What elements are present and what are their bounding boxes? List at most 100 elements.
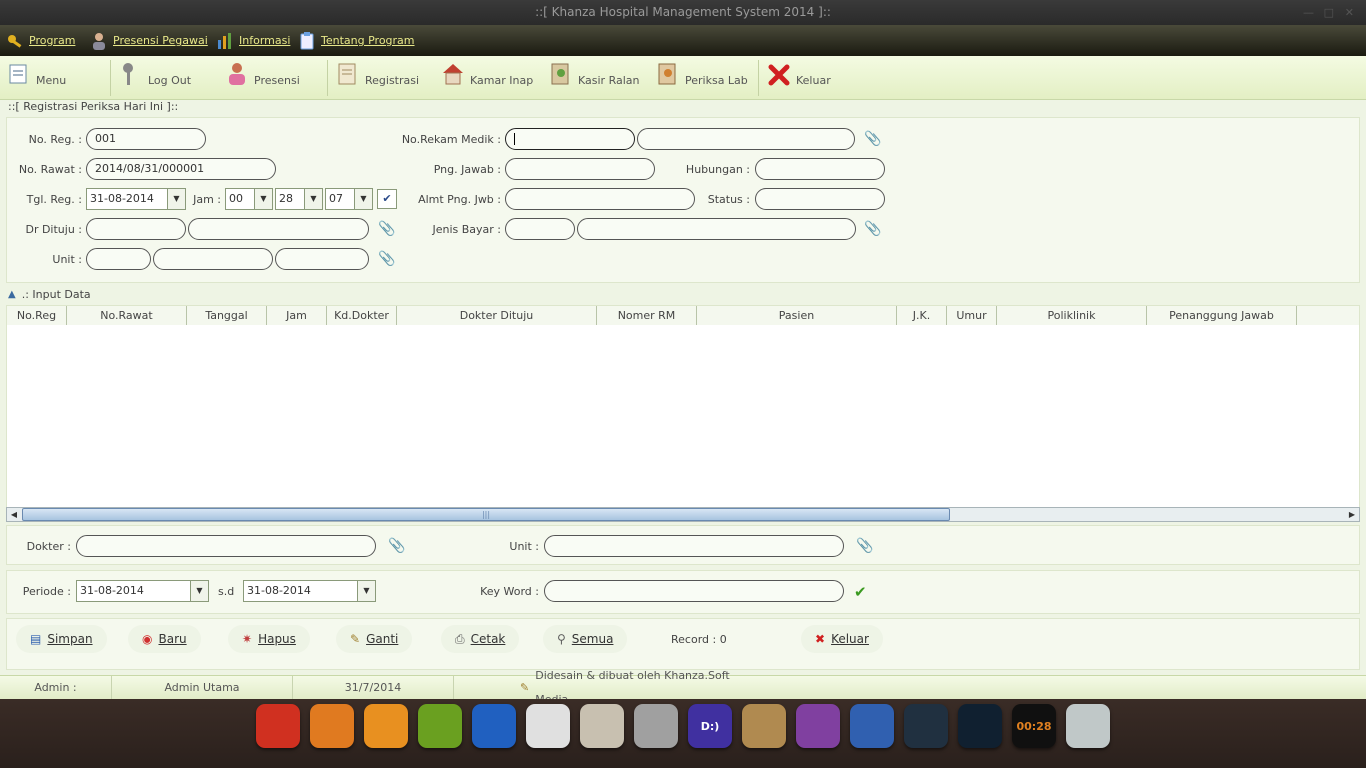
minimize-icon[interactable]: — xyxy=(1303,0,1314,25)
filter-unit-field[interactable] xyxy=(544,535,844,557)
horizontal-scrollbar[interactable]: ◀ ||| ▶ xyxy=(6,507,1360,522)
record-count: Record : 0 xyxy=(671,633,727,646)
player-icon[interactable] xyxy=(958,704,1002,748)
deepin-icon[interactable]: D:) xyxy=(688,704,732,748)
semua-button[interactable]: ⚲ Semua xyxy=(543,625,628,653)
almt-png-jwb-field[interactable] xyxy=(505,188,695,210)
store-icon[interactable] xyxy=(310,704,354,748)
globe-icon[interactable] xyxy=(472,704,516,748)
hapus-button[interactable]: ✷ Hapus xyxy=(228,625,310,653)
menu-tentang-program[interactable]: Tentang Program xyxy=(298,25,415,56)
periode-to-combobox[interactable]: 31-08-2014 ▼ xyxy=(243,580,376,602)
menu-presensi-pegawai[interactable]: Presensi Pegawai xyxy=(90,25,208,56)
chevron-down-icon[interactable]: ▼ xyxy=(354,189,372,209)
status-credit-cell: ✎ Didesain & dibuat oleh Khanza.Soft Med… xyxy=(520,669,760,706)
baru-button[interactable]: ◉ Baru xyxy=(128,625,201,653)
no-reg-field[interactable]: 001 xyxy=(86,128,206,150)
menu-informasi[interactable]: Informasi xyxy=(216,25,290,56)
camera-icon[interactable] xyxy=(904,704,948,748)
video-icon[interactable] xyxy=(796,704,840,748)
toolbar-periksa-lab-button[interactable]: Periksa Lab xyxy=(657,56,748,100)
settings-icon[interactable] xyxy=(634,704,678,748)
toolbar-logout-button[interactable]: Log Out xyxy=(120,56,191,100)
dr-dituju-name-field[interactable] xyxy=(188,218,369,240)
no-rm-field[interactable] xyxy=(505,128,635,150)
paperclip-icon[interactable]: 📎 xyxy=(864,221,881,237)
trash-icon[interactable] xyxy=(1066,704,1110,748)
ganti-button[interactable]: ✎ Ganti xyxy=(336,625,413,653)
jam-second-combobox[interactable]: 07 ▼ xyxy=(325,188,373,210)
auto-time-checkbox[interactable]: ✔ xyxy=(377,189,397,209)
jenis-bayar-code-field[interactable] xyxy=(505,218,575,240)
chevron-down-icon[interactable]: ▼ xyxy=(254,189,272,209)
column-header[interactable]: No.Reg xyxy=(7,306,67,325)
jam-hour-combobox[interactable]: 00 ▼ xyxy=(225,188,273,210)
menu-program[interactable]: Program xyxy=(6,25,75,56)
chevron-down-icon[interactable]: ▼ xyxy=(190,581,208,601)
close-window-icon[interactable]: ✕ xyxy=(1345,0,1354,25)
dr-dituju-code-field[interactable] xyxy=(86,218,186,240)
paperclip-icon[interactable]: 📎 xyxy=(378,251,395,267)
chevron-down-icon[interactable]: ▼ xyxy=(357,581,375,601)
new-icon: ◉ xyxy=(142,632,153,646)
input-data-toggle[interactable]: ▲ .: Input Data xyxy=(8,288,91,301)
maximize-icon[interactable]: □ xyxy=(1324,0,1334,25)
tgl-reg-combobox[interactable]: 31-08-2014 ▼ xyxy=(86,188,186,210)
column-header[interactable]: Pasien xyxy=(697,306,897,325)
menu-presensi-pegawai-label: Presensi Pegawai xyxy=(113,34,208,47)
keyword-field[interactable] xyxy=(544,580,844,602)
paperclip-icon[interactable]: 📎 xyxy=(856,538,873,554)
jenis-bayar-name-field[interactable] xyxy=(577,218,856,240)
rocket-icon[interactable] xyxy=(256,704,300,748)
column-header[interactable]: Umur xyxy=(947,306,997,325)
search-check-icon[interactable]: ✔ xyxy=(854,583,867,601)
clock-icon[interactable]: 00:28 xyxy=(1012,704,1056,748)
browser-icon[interactable] xyxy=(850,704,894,748)
keluar-button[interactable]: ✖ Keluar xyxy=(801,625,883,653)
status-field[interactable] xyxy=(755,188,885,210)
paperclip-icon[interactable]: 📎 xyxy=(864,131,881,147)
cetak-button[interactable]: ⎙ Cetak xyxy=(441,625,520,653)
toolbar-registrasi-button[interactable]: Registrasi xyxy=(337,56,419,100)
column-header[interactable]: Jam xyxy=(267,306,327,325)
toolbar-kamar-inap-button[interactable]: Kamar Inap xyxy=(442,56,533,100)
column-header[interactable]: Kd.Dokter xyxy=(327,306,397,325)
column-header[interactable]: Penanggung Jawab xyxy=(1147,306,1297,325)
chevron-down-icon[interactable]: ▼ xyxy=(167,189,185,209)
column-header[interactable]: Dokter Dituju xyxy=(397,306,597,325)
column-header[interactable]: No.Rawat xyxy=(67,306,187,325)
folder-icon[interactable] xyxy=(580,704,624,748)
column-header[interactable]: J.K. xyxy=(897,306,947,325)
filter-dokter-field[interactable] xyxy=(76,535,376,557)
paperclip-icon[interactable]: 📎 xyxy=(388,538,405,554)
toolbar-kasir-ralan-button[interactable]: Kasir Ralan xyxy=(550,56,639,100)
scroll-left-icon[interactable]: ◀ xyxy=(7,508,21,521)
unit-code-field[interactable] xyxy=(86,248,151,270)
registration-table[interactable]: No.Reg No.Rawat Tanggal Jam Kd.Dokter Do… xyxy=(6,305,1360,509)
mail-icon[interactable] xyxy=(742,704,786,748)
scrollbar-thumb[interactable]: ||| xyxy=(22,508,950,521)
unit-extra-field[interactable] xyxy=(275,248,369,270)
unit-name-field[interactable] xyxy=(153,248,273,270)
column-header[interactable]: Tanggal xyxy=(187,306,267,325)
no-rawat-field[interactable]: 2014/08/31/000001 xyxy=(86,158,276,180)
toolbar-menu-button[interactable]: Menu xyxy=(8,56,66,100)
simpan-button[interactable]: ▤ Simpan xyxy=(16,625,107,653)
scroll-right-icon[interactable]: ▶ xyxy=(1345,508,1359,521)
almt-png-jwb-label: Almt Png. Jwb : xyxy=(418,193,501,206)
paperclip-icon[interactable]: 📎 xyxy=(378,221,395,237)
chevron-down-icon[interactable]: ▼ xyxy=(304,189,322,209)
music-icon[interactable] xyxy=(418,704,462,748)
periode-from-combobox[interactable]: 31-08-2014 ▼ xyxy=(76,580,209,602)
hubungan-field[interactable] xyxy=(755,158,885,180)
swirl-icon[interactable] xyxy=(364,704,408,748)
toolbar-keluar-button[interactable]: Keluar xyxy=(768,56,831,100)
toolbar-presensi-button[interactable]: Presensi xyxy=(226,56,300,100)
patient-name-field[interactable] xyxy=(637,128,855,150)
close-icon: ✖ xyxy=(815,632,826,646)
chrome-icon[interactable] xyxy=(526,704,570,748)
png-jawab-field[interactable] xyxy=(505,158,655,180)
column-header[interactable]: Nomer RM xyxy=(597,306,697,325)
column-header[interactable]: Poliklinik xyxy=(997,306,1147,325)
jam-minute-combobox[interactable]: 28 ▼ xyxy=(275,188,323,210)
